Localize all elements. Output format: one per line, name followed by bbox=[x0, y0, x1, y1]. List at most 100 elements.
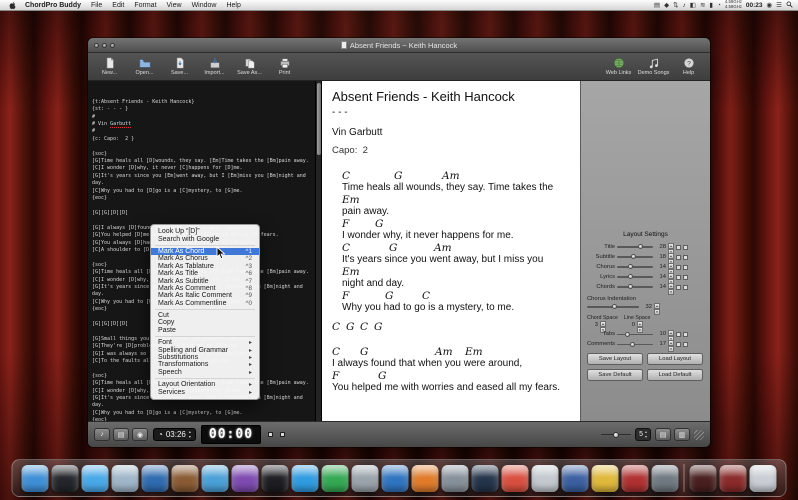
volume-icon[interactable]: ♪ bbox=[683, 0, 686, 11]
app-dock-icon[interactable] bbox=[51, 465, 79, 492]
speaker-button[interactable]: ♪ bbox=[94, 428, 110, 441]
cpu-frequency-readout[interactable]: 4.59GHz 4.59GHz bbox=[725, 0, 742, 9]
help-button[interactable]: ? Help bbox=[671, 57, 706, 76]
setting-checkbox[interactable] bbox=[683, 244, 688, 250]
setting-checkbox[interactable] bbox=[676, 331, 681, 337]
slider-thumb[interactable] bbox=[627, 264, 633, 270]
context-menu-item[interactable]: Mark As Italic Comment ^9 bbox=[151, 292, 259, 299]
editor-line[interactable] bbox=[92, 143, 311, 150]
close-button[interactable] bbox=[94, 42, 99, 48]
editor-line[interactable]: {t:Absent Friends - Keith Hancock} bbox=[92, 99, 311, 106]
setting-slider[interactable] bbox=[617, 340, 653, 348]
app-dock-icon[interactable] bbox=[531, 465, 559, 492]
setting-checkbox[interactable] bbox=[676, 284, 681, 290]
page-count-stepper[interactable]: 5 ▴ ▾ bbox=[635, 428, 651, 441]
context-menu-item[interactable]: Mark As Comment ^8 bbox=[151, 285, 259, 292]
setting-slider[interactable] bbox=[617, 273, 653, 281]
slider-thumb[interactable] bbox=[611, 304, 617, 310]
setting-stepper[interactable]: ▴ ▾ bbox=[668, 330, 674, 343]
context-menu-item[interactable]: Layout Orientation ▸ bbox=[151, 381, 259, 388]
slider-thumb[interactable] bbox=[627, 274, 633, 280]
app-dock-icon[interactable] bbox=[719, 465, 747, 492]
chorus-indentation-stepper[interactable]: ▴ ▾ bbox=[654, 302, 660, 315]
menu-chordpro-buddy[interactable]: ChordPro Buddy bbox=[20, 2, 86, 9]
editor-line[interactable] bbox=[92, 203, 311, 210]
user-menu-icon[interactable]: ◉ bbox=[767, 0, 773, 11]
setting-checkbox[interactable] bbox=[683, 284, 688, 290]
save-button[interactable]: Save... bbox=[162, 57, 197, 76]
metronome-button[interactable]: ▤ bbox=[113, 428, 129, 441]
app-dock-icon[interactable] bbox=[651, 465, 679, 492]
record-button[interactable]: ◉ bbox=[132, 428, 148, 441]
slider-thumb[interactable] bbox=[624, 331, 630, 337]
setting-stepper[interactable]: ▴ ▾ bbox=[668, 340, 674, 353]
save-layout-button[interactable]: Save Layout bbox=[587, 353, 643, 366]
save-default-button[interactable]: Save Default bbox=[587, 369, 643, 382]
wifi-icon[interactable]: ≋ bbox=[700, 0, 705, 11]
setting-stepper[interactable]: ▴ ▾ bbox=[668, 272, 674, 285]
editor-line[interactable]: {soc} bbox=[92, 151, 311, 158]
editor-line[interactable]: [C]Why you had to [D]go is a [C]mystery,… bbox=[92, 188, 311, 195]
zoom-slider[interactable] bbox=[601, 431, 632, 439]
menu-view[interactable]: View bbox=[162, 2, 187, 9]
app-dock-icon[interactable] bbox=[689, 465, 717, 492]
context-menu-item[interactable]: Font ▸ bbox=[151, 339, 259, 346]
app-dock-icon[interactable] bbox=[621, 465, 649, 492]
setting-checkbox[interactable] bbox=[683, 331, 688, 337]
editor-line[interactable]: [G]It's years since you [Em]went away, b… bbox=[92, 173, 311, 188]
editor-line[interactable]: [G][G][D][D] bbox=[92, 210, 311, 217]
spacing-stepper[interactable]: ▴ ▾ bbox=[636, 321, 643, 333]
apple-menu[interactable] bbox=[5, 1, 20, 10]
print-button[interactable]: Print bbox=[267, 57, 302, 76]
setting-checkbox[interactable] bbox=[683, 341, 688, 347]
battery-icon[interactable]: ▮ bbox=[709, 0, 713, 11]
context-menu-item[interactable]: Services ▸ bbox=[151, 388, 259, 396]
setting-checkbox[interactable] bbox=[683, 254, 688, 260]
editor-line[interactable]: {st: - - - } bbox=[92, 106, 311, 113]
setting-slider[interactable] bbox=[617, 263, 653, 271]
context-menu-item[interactable]: Look Up “[D]” bbox=[151, 228, 259, 235]
notification-icon[interactable]: ☰ bbox=[776, 0, 782, 11]
editor-line[interactable]: {eoc} bbox=[92, 195, 311, 202]
editor-line[interactable]: # Vin Garbutt bbox=[92, 121, 311, 129]
context-menu-item[interactable]: Paste bbox=[151, 327, 259, 334]
sync-icon[interactable]: ⇅ bbox=[673, 0, 678, 11]
editor-scrollbar-thumb[interactable] bbox=[317, 83, 321, 155]
context-menu-item[interactable]: Substitutions ▸ bbox=[151, 354, 259, 361]
song-timer-control[interactable]: ◔ 03:26 ▴ ▾ bbox=[153, 428, 196, 441]
timer-stepper[interactable]: ▴ ▾ bbox=[189, 429, 191, 439]
zoom-slider-thumb[interactable] bbox=[613, 431, 620, 438]
setting-checkbox[interactable] bbox=[676, 274, 681, 280]
spotlight-icon[interactable] bbox=[786, 1, 793, 10]
menu-help[interactable]: Help bbox=[221, 2, 245, 9]
app-dock-icon[interactable] bbox=[501, 465, 529, 492]
context-menu-item[interactable]: Speech ▸ bbox=[151, 369, 259, 376]
app-dock-icon[interactable] bbox=[441, 465, 469, 492]
app-dock-icon[interactable] bbox=[471, 465, 499, 492]
editor-scrollbar[interactable] bbox=[315, 81, 322, 421]
bluetooth-icon[interactable]: ◆ bbox=[664, 0, 669, 11]
keyboard-icon[interactable]: ▤ bbox=[654, 0, 660, 11]
editor-line[interactable]: {c: Capo: 2 } bbox=[92, 136, 311, 143]
context-menu-item[interactable]: Spelling and Grammar ▸ bbox=[151, 346, 259, 354]
setting-stepper[interactable]: ▴ ▾ bbox=[668, 282, 674, 295]
setting-slider[interactable] bbox=[617, 330, 653, 338]
spacing-stepper[interactable]: ▴ ▾ bbox=[600, 321, 606, 333]
setting-checkbox[interactable] bbox=[676, 244, 681, 250]
context-menu-item[interactable]: Search with Google bbox=[151, 235, 259, 243]
editor-line[interactable]: # bbox=[92, 128, 311, 135]
app-dock-icon[interactable] bbox=[561, 465, 589, 492]
context-menu-item[interactable]: Transformations ▸ bbox=[151, 361, 259, 368]
menu-edit[interactable]: Edit bbox=[107, 2, 129, 9]
context-menu-item[interactable]: Mark As Chorus ^2 bbox=[151, 255, 259, 262]
setting-stepper[interactable]: ▴ ▾ bbox=[668, 262, 674, 275]
slider-thumb[interactable] bbox=[627, 284, 633, 290]
context-menu-item[interactable]: Cut bbox=[151, 312, 259, 319]
setting-slider[interactable] bbox=[617, 253, 653, 261]
setting-checkbox[interactable] bbox=[676, 341, 681, 347]
app-dock-icon[interactable] bbox=[81, 465, 109, 492]
editor-line[interactable]: [G]Time heals all [D]wounds, they say. [… bbox=[92, 158, 311, 165]
setting-checkbox[interactable] bbox=[676, 264, 681, 270]
setting-stepper[interactable]: ▴ ▾ bbox=[668, 252, 674, 265]
slider-thumb[interactable] bbox=[638, 244, 643, 250]
